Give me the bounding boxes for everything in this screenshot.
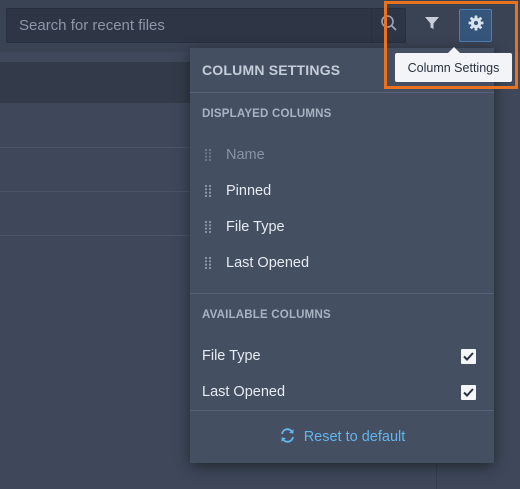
drag-handle-icon[interactable] — [204, 256, 212, 270]
divider — [190, 410, 494, 411]
list-row-divider — [0, 191, 190, 192]
divider — [190, 293, 494, 294]
list-row-divider — [0, 235, 190, 236]
refresh-icon — [279, 427, 304, 448]
reset-label: Reset to default — [303, 429, 406, 445]
drag-handle-icon[interactable] — [204, 220, 212, 234]
displayed-columns-title: DISPLAYED COLUMNS — [202, 108, 332, 120]
available-column-file-type[interactable]: File Type — [202, 346, 476, 366]
search-input[interactable] — [7, 9, 372, 42]
drag-handle-icon[interactable] — [204, 184, 212, 198]
column-label: File Type — [226, 219, 285, 235]
last-opened-checkbox[interactable] — [461, 384, 476, 400]
displayed-column-name: Name — [204, 145, 464, 165]
column-label: Name — [226, 147, 265, 163]
available-columns-title: AVAILABLE COLUMNS — [202, 309, 331, 321]
available-column-last-opened[interactable]: Last Opened — [202, 382, 476, 402]
highlight-box — [384, 1, 518, 89]
column-label: Last Opened — [202, 384, 286, 400]
list-row-divider — [0, 147, 190, 148]
displayed-column-pinned[interactable]: Pinned — [204, 181, 464, 201]
column-settings-panel: COLUMN SETTINGS DISPLAYED COLUMNS Name P… — [190, 48, 494, 463]
displayed-column-last-opened[interactable]: Last Opened — [204, 253, 464, 273]
divider — [190, 92, 494, 93]
file-type-checkbox[interactable] — [461, 348, 476, 364]
column-label: Last Opened — [226, 255, 310, 271]
displayed-column-file-type[interactable]: File Type — [204, 217, 464, 237]
column-label: File Type — [202, 348, 261, 364]
list-header — [0, 62, 190, 103]
column-label: Pinned — [226, 183, 272, 199]
search-box — [6, 8, 406, 43]
reset-to-default-button[interactable]: Reset to default — [190, 425, 494, 449]
panel-title: COLUMN SETTINGS — [202, 62, 341, 78]
drag-handle-icon — [204, 148, 212, 162]
